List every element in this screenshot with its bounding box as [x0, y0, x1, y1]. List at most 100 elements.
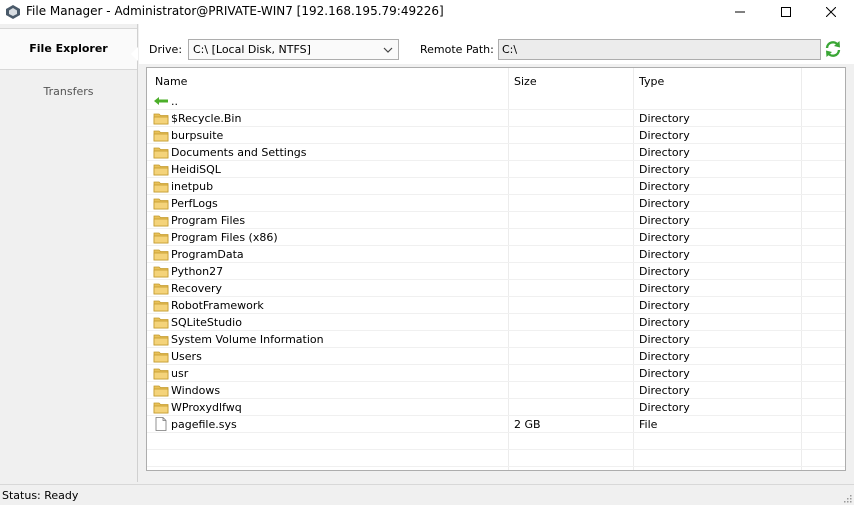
- drive-select[interactable]: C:\ [Local Disk, NTFS]: [188, 39, 399, 60]
- file-type: Directory: [639, 248, 690, 261]
- file-type: Directory: [639, 197, 690, 210]
- table-row[interactable]: System Volume Information Directory: [147, 331, 845, 348]
- table-row[interactable]: Program Files (x86) Directory: [147, 229, 845, 246]
- file-name: System Volume Information: [171, 333, 324, 346]
- tab-transfers-label: Transfers: [43, 85, 94, 98]
- file-name: Program Files (x86): [171, 231, 278, 244]
- column-header-type[interactable]: Type: [639, 75, 664, 88]
- table-row[interactable]: Users Directory: [147, 348, 845, 365]
- folder-icon: [153, 130, 169, 142]
- tab-file-explorer[interactable]: File Explorer: [0, 28, 138, 70]
- file-type: Directory: [639, 180, 690, 193]
- column-header-name[interactable]: Name: [155, 75, 187, 88]
- minimize-button[interactable]: [717, 0, 763, 24]
- maximize-icon: [781, 7, 791, 17]
- table-row[interactable]: pagefile.sys 2 GB File: [147, 416, 845, 433]
- table-row[interactable]: usr Directory: [147, 365, 845, 382]
- table-row[interactable]: $Recycle.Bin Directory: [147, 110, 845, 127]
- table-row[interactable]: WProxydlfwq Directory: [147, 399, 845, 416]
- file-name: HeidiSQL: [171, 163, 221, 176]
- remote-path-field[interactable]: C:\: [498, 39, 821, 60]
- folder-icon: [153, 164, 169, 176]
- file-type: Directory: [639, 333, 690, 346]
- refresh-icon[interactable]: [823, 39, 843, 59]
- file-type: Directory: [639, 112, 690, 125]
- remote-path-label: Remote Path:: [420, 43, 494, 56]
- file-list-header: Name Size Type: [147, 68, 845, 92]
- folder-icon: [153, 198, 169, 210]
- status-text: Status: Ready: [2, 489, 79, 502]
- file-type: Directory: [639, 214, 690, 227]
- folder-icon: [153, 402, 169, 414]
- folder-icon: [153, 300, 169, 312]
- table-row[interactable]: PerfLogs Directory: [147, 195, 845, 212]
- table-row[interactable]: Windows Directory: [147, 382, 845, 399]
- drive-select-value: C:\ [Local Disk, NTFS]: [193, 43, 311, 56]
- file-name: Windows: [171, 384, 221, 397]
- table-row[interactable]: ProgramData Directory: [147, 246, 845, 263]
- file-type: Directory: [639, 163, 690, 176]
- close-button[interactable]: [808, 0, 854, 24]
- folder-icon: [153, 181, 169, 193]
- file-name: Documents and Settings: [171, 146, 307, 159]
- file-type: Directory: [639, 146, 690, 159]
- file-type: Directory: [639, 367, 690, 380]
- table-row[interactable]: inetpub Directory: [147, 178, 845, 195]
- folder-icon: [153, 283, 169, 295]
- file-name: Recovery: [171, 282, 223, 295]
- remote-path-value: C:\: [502, 43, 518, 56]
- empty-row[interactable]: [147, 450, 845, 467]
- empty-row[interactable]: [147, 433, 845, 450]
- file-name: ProgramData: [171, 248, 244, 261]
- table-row[interactable]: Recovery Directory: [147, 280, 845, 297]
- resize-grip-icon[interactable]: [842, 493, 852, 503]
- column-header-size[interactable]: Size: [514, 75, 537, 88]
- close-icon: [826, 7, 836, 17]
- file-name: WProxydlfwq: [171, 401, 242, 414]
- file-type: Directory: [639, 350, 690, 363]
- folder-icon: [153, 351, 169, 363]
- tab-transfers[interactable]: Transfers: [0, 80, 137, 104]
- file-list[interactable]: Name Size Type .. $Recycle.Bin Directory bu…: [146, 67, 846, 471]
- status-bar: Status: Ready: [0, 484, 854, 505]
- folder-icon: [153, 249, 169, 261]
- file-type: File: [639, 418, 658, 431]
- file-name: SQLiteStudio: [171, 316, 242, 329]
- file-name: ..: [171, 95, 178, 108]
- active-tab-indicator: [131, 47, 138, 61]
- window-title: File Manager - Administrator@PRIVATE-WIN…: [26, 4, 444, 18]
- folder-icon: [153, 334, 169, 346]
- folder-icon: [153, 113, 169, 125]
- folder-icon: [153, 368, 169, 380]
- folder-icon: [153, 215, 169, 227]
- file-type: Directory: [639, 401, 690, 414]
- file-name: $Recycle.Bin: [171, 112, 242, 125]
- file-type: Directory: [639, 231, 690, 244]
- table-row[interactable]: Python27 Directory: [147, 263, 845, 280]
- table-row[interactable]: ..: [147, 93, 845, 110]
- title-bar: File Manager - Administrator@PRIVATE-WIN…: [0, 0, 854, 24]
- table-row[interactable]: RobotFramework Directory: [147, 297, 845, 314]
- maximize-button[interactable]: [763, 0, 809, 24]
- folder-icon: [153, 317, 169, 329]
- file-size: 2 GB: [514, 418, 541, 431]
- drive-label: Drive:: [149, 43, 183, 56]
- table-row[interactable]: HeidiSQL Directory: [147, 161, 845, 178]
- file-name: inetpub: [171, 180, 214, 193]
- file-type: Directory: [639, 299, 690, 312]
- table-row[interactable]: Documents and Settings Directory: [147, 144, 845, 161]
- file-type: Directory: [639, 282, 690, 295]
- chevron-down-icon: [383, 47, 393, 53]
- file-name: pagefile.sys: [171, 418, 237, 431]
- file-name: burpsuite: [171, 129, 224, 142]
- folder-icon: [153, 385, 169, 397]
- file-name: Python27: [171, 265, 224, 278]
- toolbar: Drive: C:\ [Local Disk, NTFS] Remote Pat…: [139, 24, 854, 64]
- file-name: Users: [171, 350, 202, 363]
- table-row[interactable]: Program Files Directory: [147, 212, 845, 229]
- table-row[interactable]: SQLiteStudio Directory: [147, 314, 845, 331]
- file-name: RobotFramework: [171, 299, 264, 312]
- file-name: Program Files: [171, 214, 246, 227]
- table-row[interactable]: burpsuite Directory: [147, 127, 845, 144]
- file-name: usr: [171, 367, 189, 380]
